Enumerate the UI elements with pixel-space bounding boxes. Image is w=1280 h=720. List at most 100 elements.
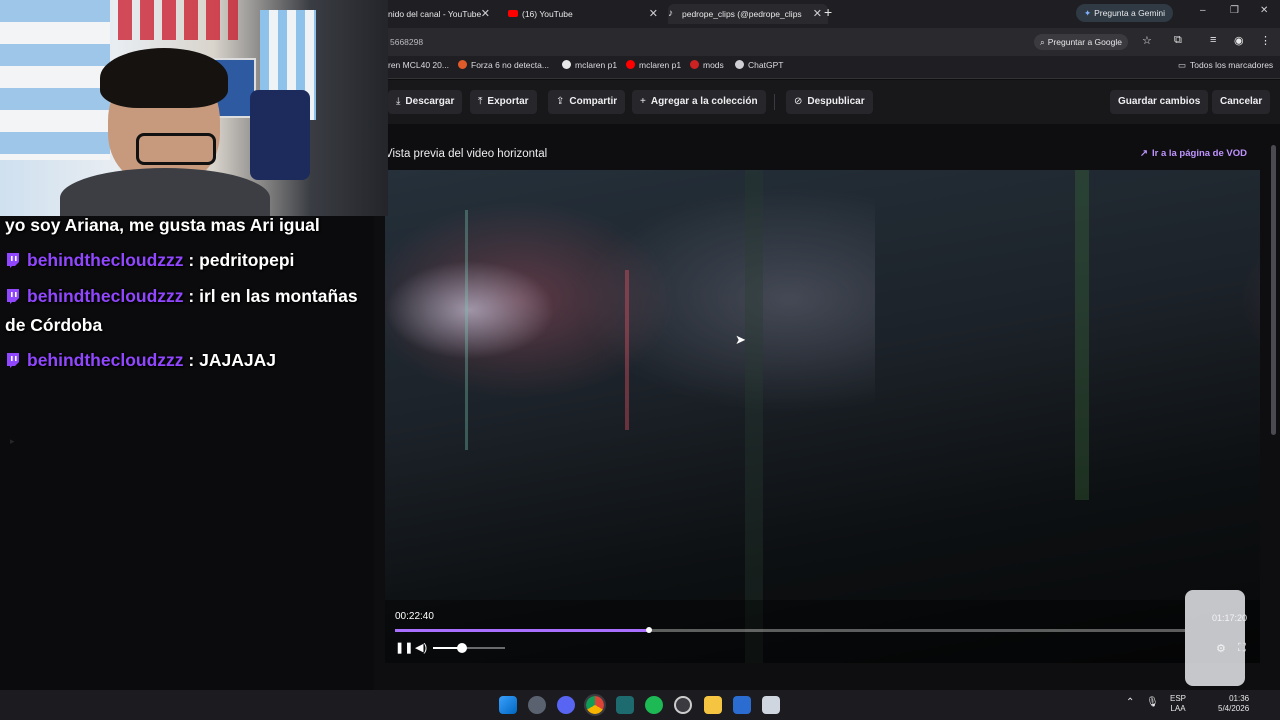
file-explorer-icon[interactable] (704, 696, 722, 714)
video-frame-detail (625, 270, 629, 430)
menu-kebab-icon[interactable]: ⋮ (1260, 34, 1271, 47)
twitch-icon (7, 353, 19, 368)
tab-youtube[interactable]: (16) YouTube ✕ (508, 4, 664, 24)
bookmark-item[interactable]: Forza 6 no detecta... (458, 60, 549, 70)
jersey-frame (250, 90, 310, 180)
close-tab-icon[interactable]: ✕ (649, 4, 658, 24)
webcam-overlay (0, 0, 388, 216)
plus-icon: + (640, 96, 646, 107)
profile-icon[interactable]: ◉ (1234, 34, 1244, 47)
gemini-label: Pregunta a Gemini (1094, 8, 1165, 18)
seek-bar-progress (395, 629, 650, 632)
gemini-icon: ✦ (1084, 8, 1092, 18)
settings-gear-icon[interactable]: ⚙ (1216, 642, 1226, 655)
video-frame-detail (1075, 170, 1089, 500)
tab-title: (16) YouTube (522, 9, 573, 19)
export-button[interactable]: ⤒ Exportar (470, 90, 537, 114)
bookmark-item[interactable]: ChatGPT (735, 60, 783, 70)
chrome-icon[interactable] (584, 694, 606, 716)
unpublish-button[interactable]: ⊘ Despublicar (786, 90, 873, 114)
url-text: 5668298 (390, 37, 424, 47)
share-icon: ⇪ (556, 96, 565, 107)
start-icon[interactable] (499, 696, 517, 714)
eye-off-icon: ⊘ (794, 96, 803, 107)
tab-tiktok-active[interactable]: ♪ pedrope_clips (@pedrope_clips ✕ (668, 4, 828, 24)
streamer-shirt (60, 168, 270, 216)
streamer-hair (100, 48, 228, 108)
tiktok-icon: ♪ (668, 8, 673, 19)
upload-icon: ⤒ (478, 96, 483, 107)
sidebar-ghost-item: ▸ (10, 436, 15, 446)
video-frame-detail (745, 170, 763, 663)
microphone-icon[interactable]: 🎙 (1146, 697, 1159, 708)
bookmark-item[interactable]: mclaren p1 (626, 60, 681, 70)
system-clock[interactable]: 01:36 5/4/2026 (1218, 694, 1249, 714)
close-window-icon[interactable]: ✕ (1260, 5, 1268, 16)
playback-time: 00:22:40 (395, 611, 434, 622)
chat-username[interactable]: behindthecloudzzz (27, 250, 184, 270)
bookmark-item[interactable]: ren MCL40 20... (388, 60, 449, 70)
chatgpt-icon (735, 60, 744, 69)
tab-title: pedrope_clips (@pedrope_clips (682, 9, 802, 19)
pause-icon[interactable]: ❚❚ (395, 641, 413, 654)
app-icon[interactable] (674, 696, 692, 714)
chat-message: de Córdoba (5, 315, 103, 335)
fullscreen-icon[interactable]: ⛶ (1238, 642, 1246, 655)
bookmark-item[interactable]: mods (690, 60, 724, 70)
close-tab-icon[interactable]: ✕ (481, 4, 490, 24)
bookmark-star-icon[interactable]: ☆ (1142, 34, 1152, 47)
store-icon[interactable] (733, 696, 751, 714)
vod-page-link[interactable]: ↗ Ir a la página de VOD (1140, 148, 1247, 159)
arrow-up-right-icon: ↗ (1140, 148, 1148, 159)
video-frame-detail (465, 210, 468, 450)
mods-icon (690, 60, 699, 69)
address-bar[interactable]: 5668298 ⌕ Preguntar a Google ☆ ⧉ ≡ ◉ ⋮ (388, 28, 1280, 56)
cancel-button[interactable]: Cancelar (1212, 90, 1271, 114)
glasses (136, 133, 216, 165)
tray-chevron-icon[interactable]: ⌃ (1126, 697, 1134, 708)
mini-player-overlay[interactable] (1185, 590, 1245, 686)
download-button[interactable]: ⤓ Descargar (388, 90, 463, 114)
lens-icon: ⌕ (1040, 37, 1045, 47)
reddit-icon (458, 60, 467, 69)
tiktok-icon (562, 60, 571, 69)
close-tab-icon[interactable]: ✕ (813, 4, 822, 24)
page-scrollbar[interactable] (1271, 145, 1276, 435)
snipping-tool-icon[interactable] (762, 696, 780, 714)
chat-message: yo soy Ariana, me gusta mas Ari igual (5, 215, 320, 235)
language-indicator[interactable]: ESP LAA (1170, 694, 1186, 714)
minimize-icon[interactable]: – (1200, 5, 1206, 16)
share-button[interactable]: ⇪ Compartir (548, 90, 626, 114)
volume-icon[interactable]: ◀) (415, 641, 427, 654)
gemini-button[interactable]: ✦ Pregunta a Gemini (1076, 4, 1173, 22)
shelf-frame (118, 0, 238, 40)
youtube-icon (626, 60, 635, 69)
bookmark-item[interactable]: mclaren p1 (562, 60, 617, 70)
editor-app-icon[interactable] (616, 696, 634, 714)
save-changes-button[interactable]: Guardar cambios (1110, 90, 1209, 114)
chat-username[interactable]: behindthecloudzzz (27, 350, 184, 370)
mouse-cursor-icon: ➤ (735, 332, 746, 347)
flag-backdrop (0, 0, 110, 160)
tab-channel-content[interactable]: nido del canal - YouTube ✕ (388, 4, 496, 24)
chat-message: behindthecloudzzz : JAJAJAJ (5, 350, 276, 371)
browser-tab-strip: nido del canal - YouTube ✕ (16) YouTube … (388, 0, 1280, 28)
spotify-icon[interactable] (645, 696, 663, 714)
ask-google-button[interactable]: ⌕ Preguntar a Google (1034, 34, 1128, 50)
extensions-icon[interactable]: ⧉ (1174, 34, 1182, 47)
restore-icon[interactable]: ❐ (1230, 5, 1239, 16)
video-preview[interactable]: ➤ (385, 170, 1260, 663)
new-tab-button[interactable]: + (824, 4, 832, 20)
taskbar (0, 690, 1280, 720)
settings-app-icon[interactable] (528, 696, 546, 714)
chat-message: behindthecloudzzz : irl en las montañas (5, 286, 358, 307)
twitch-icon (7, 289, 19, 304)
all-bookmarks[interactable]: ▭ Todos los marcadores (1178, 60, 1273, 71)
volume-handle[interactable] (456, 643, 467, 653)
folder-icon: ▭ (1178, 60, 1187, 70)
chat-username[interactable]: behindthecloudzzz (27, 286, 184, 306)
add-to-collection-button[interactable]: + Agregar a la colección (632, 90, 766, 114)
chat-message: behindthecloudzzz : pedritopepi (5, 250, 294, 271)
media-icon[interactable]: ≡ (1210, 34, 1216, 46)
discord-icon[interactable] (557, 696, 575, 714)
